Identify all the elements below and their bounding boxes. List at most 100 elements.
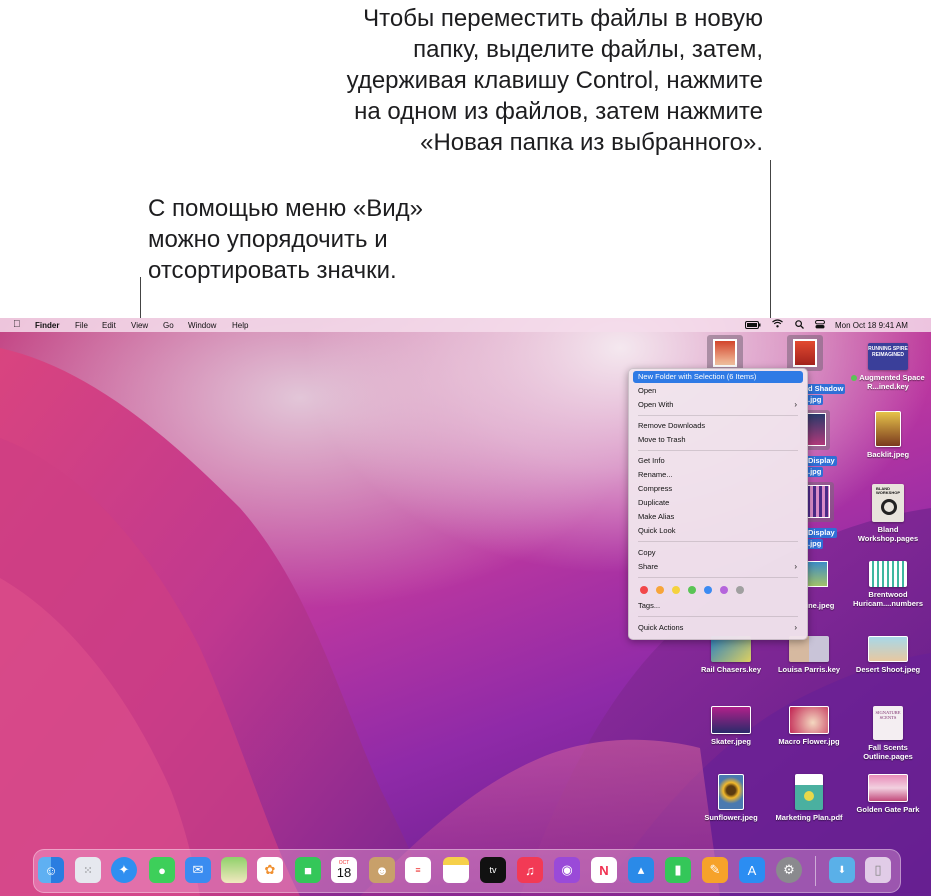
brentwood-label: Brentwood Huricam....numbers xyxy=(852,590,924,608)
menu-item-tags[interactable]: Tags... xyxy=(633,600,803,612)
notes-icon[interactable] xyxy=(443,857,469,883)
tag-orange-dot[interactable] xyxy=(656,586,664,594)
chevron-right-icon: › xyxy=(794,400,797,409)
menu-item-duplicate[interactable]: Duplicate xyxy=(633,497,803,509)
file-marketing-plan[interactable]: Marketing Plan.pdf xyxy=(770,774,848,822)
menu-item-remove-downloads[interactable]: Remove Downloads xyxy=(633,420,803,432)
messages-icon[interactable]: ● xyxy=(149,857,175,883)
menu-help[interactable]: Help xyxy=(232,321,248,330)
chevron-right-icon: › xyxy=(794,562,797,571)
control-center-icon[interactable] xyxy=(815,320,825,331)
contacts-icon[interactable]: ☻ xyxy=(369,857,395,883)
facetime-icon[interactable]: ■ xyxy=(295,857,321,883)
ine-label[interactable]: ine.jpeg xyxy=(806,601,834,610)
menu-item-label: Get Info xyxy=(638,456,665,465)
file-macro-flower[interactable]: Macro Flower.jpg xyxy=(770,706,848,746)
menu-item-open[interactable]: Open xyxy=(633,385,803,397)
selected-file-thumb[interactable] xyxy=(713,339,737,367)
file-backlit[interactable]: Backlit.jpeg xyxy=(849,411,927,459)
launchpad-icon[interactable]: ⁙ xyxy=(75,857,101,883)
apple-tv-icon[interactable]: tv xyxy=(480,857,506,883)
reminders-icon[interactable]: ≡ xyxy=(405,857,431,883)
file-louisa-parris[interactable]: Louisa Parris.key xyxy=(770,636,848,674)
menu-item-label: Open With xyxy=(638,400,674,409)
selected-file-thumb[interactable] xyxy=(806,413,826,446)
photo-thumb xyxy=(868,774,908,802)
display-ext-label-2[interactable]: .jpg xyxy=(806,539,824,549)
file-sunflower[interactable]: Sunflower.jpeg xyxy=(692,774,770,822)
selected-file-thumb[interactable] xyxy=(793,339,817,367)
drop-shadow-ext-label[interactable]: .jpg xyxy=(806,395,824,405)
file-skater[interactable]: Skater.jpeg xyxy=(692,706,770,746)
tag-yellow-dot[interactable] xyxy=(672,586,680,594)
menu-view[interactable]: View xyxy=(131,321,148,330)
menu-finder[interactable]: Finder xyxy=(35,321,59,330)
tag-purple-dot[interactable] xyxy=(720,586,728,594)
file-brentwood[interactable]: Brentwood Huricam....numbers xyxy=(849,561,927,608)
numbers-icon[interactable]: ▮ xyxy=(665,857,691,883)
news-icon[interactable]: N xyxy=(591,857,617,883)
menu-window[interactable]: Window xyxy=(188,321,216,330)
mail-icon[interactable]: ✉ xyxy=(185,857,211,883)
menu-edit[interactable]: Edit xyxy=(102,321,116,330)
menu-item-copy[interactable]: Copy xyxy=(633,547,803,559)
file-thumb[interactable] xyxy=(806,561,828,587)
drop-shadow-label[interactable]: d Shadow xyxy=(806,384,846,394)
selected-file-thumb[interactable] xyxy=(806,485,830,518)
menu-go[interactable]: Go xyxy=(163,321,174,330)
music-icon[interactable]: ♫ xyxy=(517,857,543,883)
menu-item-open-with[interactable]: Open With › xyxy=(633,399,803,411)
skater-label: Skater.jpeg xyxy=(710,737,752,746)
menu-item-get-info[interactable]: Get Info xyxy=(633,455,803,467)
battery-icon[interactable] xyxy=(745,321,761,331)
display-label-1[interactable]: Display xyxy=(806,456,837,466)
file-desert-shoot[interactable]: Desert Shoot.jpeg xyxy=(849,636,927,674)
wifi-icon[interactable] xyxy=(772,319,783,331)
menu-item-share[interactable]: Share › xyxy=(633,561,803,573)
menu-item-quick-look[interactable]: Quick Look xyxy=(633,525,803,537)
file-rail-chasers[interactable]: Rail Chasers.key xyxy=(692,636,770,674)
keynote-icon[interactable]: ▴ xyxy=(628,857,654,883)
menu-item-move-to-trash[interactable]: Move to Trash xyxy=(633,434,803,446)
file-augmented[interactable]: RUNNING SPIRE REIMAGINED Augmented Space… xyxy=(849,343,927,391)
display-label-2[interactable]: Display xyxy=(806,528,837,538)
system-preferences-icon[interactable]: ⚙ xyxy=(776,857,802,883)
trash-icon[interactable]: ▯ xyxy=(865,857,891,883)
macro-label: Macro Flower.jpg xyxy=(778,737,840,746)
callout-line-3: отсортировать значки. xyxy=(148,257,397,284)
tag-gray-dot[interactable] xyxy=(736,586,744,594)
menu-separator xyxy=(638,541,798,542)
menu-file[interactable]: File xyxy=(75,321,88,330)
file-fall-scents[interactable]: SIGNATURE SCENTS Fall Scents Outline.pag… xyxy=(849,706,927,761)
callout-line-5: «Новая папка из выбранного». xyxy=(420,129,763,156)
downloads-folder-icon[interactable]: ⬇ xyxy=(829,857,855,883)
menu-item-make-alias[interactable]: Make Alias xyxy=(633,511,803,523)
photos-icon[interactable]: ✿ xyxy=(257,857,283,883)
maps-icon[interactable] xyxy=(221,857,247,883)
menu-separator xyxy=(638,616,798,617)
bland-thumb-text: BLAND WORKSHOP xyxy=(876,486,900,495)
safari-icon[interactable]: ✦ xyxy=(111,857,137,883)
callout-view-menu: С помощью меню «Вид» можно упорядочить и… xyxy=(148,193,548,286)
file-golden-gate[interactable]: Golden Gate Park xyxy=(849,774,927,814)
menu-item-compress[interactable]: Compress xyxy=(633,483,803,495)
menu-item-rename[interactable]: Rename... xyxy=(633,469,803,481)
menu-clock[interactable]: Mon Oct 18 9:41 AM xyxy=(835,321,908,330)
pages-icon[interactable]: ✎ xyxy=(702,857,728,883)
calendar-icon[interactable]: OCT 18 xyxy=(331,857,357,883)
apple-menu-icon[interactable]:  xyxy=(13,319,21,330)
finder-icon[interactable]: ☺ xyxy=(38,857,64,883)
spotlight-search-icon[interactable] xyxy=(795,320,804,331)
podcasts-icon[interactable]: ◉ xyxy=(554,857,580,883)
tag-red-dot[interactable] xyxy=(640,586,648,594)
menu-item-new-folder-with-selection[interactable]: New Folder with Selection (6 Items) xyxy=(633,371,803,383)
bland-label: Bland Workshop.pages xyxy=(857,525,919,543)
tag-green-dot[interactable] xyxy=(688,586,696,594)
tag-blue-dot[interactable] xyxy=(704,586,712,594)
backlit-label: Backlit.jpeg xyxy=(866,450,910,459)
menu-item-quick-actions[interactable]: Quick Actions › xyxy=(633,622,803,634)
display-ext-label-1[interactable]: .jpg xyxy=(806,467,824,477)
file-bland-workshop[interactable]: BLAND WORKSHOP Bland Workshop.pages xyxy=(849,484,927,543)
keynote-thumb: RUNNING SPIRE REIMAGINED xyxy=(868,343,908,370)
app-store-icon[interactable]: A xyxy=(739,857,765,883)
